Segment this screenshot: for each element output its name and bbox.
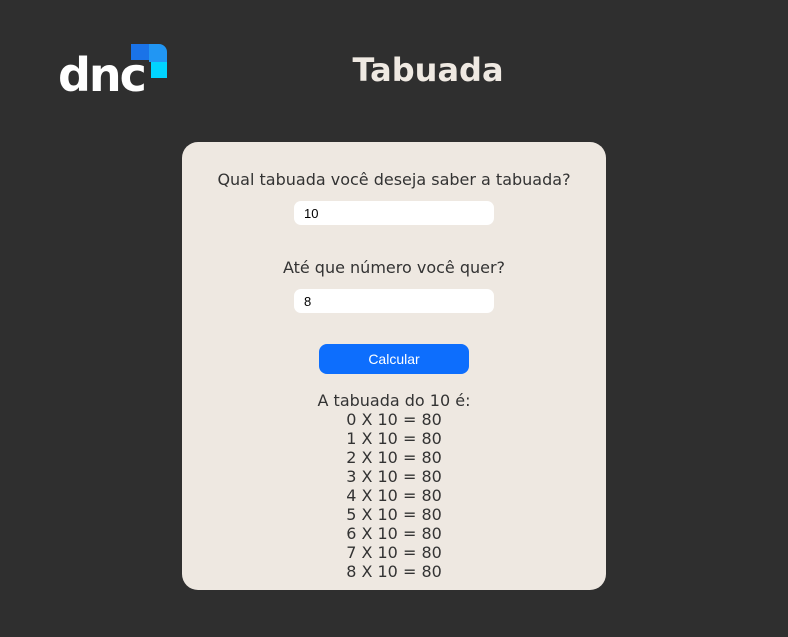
result-row: 3 X 10 = 80 <box>346 467 442 486</box>
result-row: 8 X 10 = 80 <box>346 562 442 581</box>
table-number-input[interactable] <box>294 201 494 225</box>
page-title: Tabuada <box>352 51 504 89</box>
result-row: 1 X 10 = 80 <box>346 429 442 448</box>
table-question-label: Qual tabuada você deseja saber a tabuada… <box>217 170 571 189</box>
result-row: 0 X 10 = 80 <box>346 410 442 429</box>
tabuada-card: Qual tabuada você deseja saber a tabuada… <box>182 142 606 590</box>
result-row: 2 X 10 = 80 <box>346 448 442 467</box>
limit-question-label: Até que número você quer? <box>282 258 506 277</box>
result-row: 7 X 10 = 80 <box>346 543 442 562</box>
result-row: 5 X 10 = 80 <box>346 505 442 524</box>
calculate-button[interactable]: Calcular <box>319 344 469 374</box>
result-row: 6 X 10 = 80 <box>346 524 442 543</box>
limit-number-input[interactable] <box>294 289 494 313</box>
result-output: A tabuada do 10 é: 0 X 10 = 80 1 X 10 = … <box>182 391 606 581</box>
result-row: 4 X 10 = 80 <box>346 486 442 505</box>
result-heading: A tabuada do 10 é: <box>317 391 471 410</box>
